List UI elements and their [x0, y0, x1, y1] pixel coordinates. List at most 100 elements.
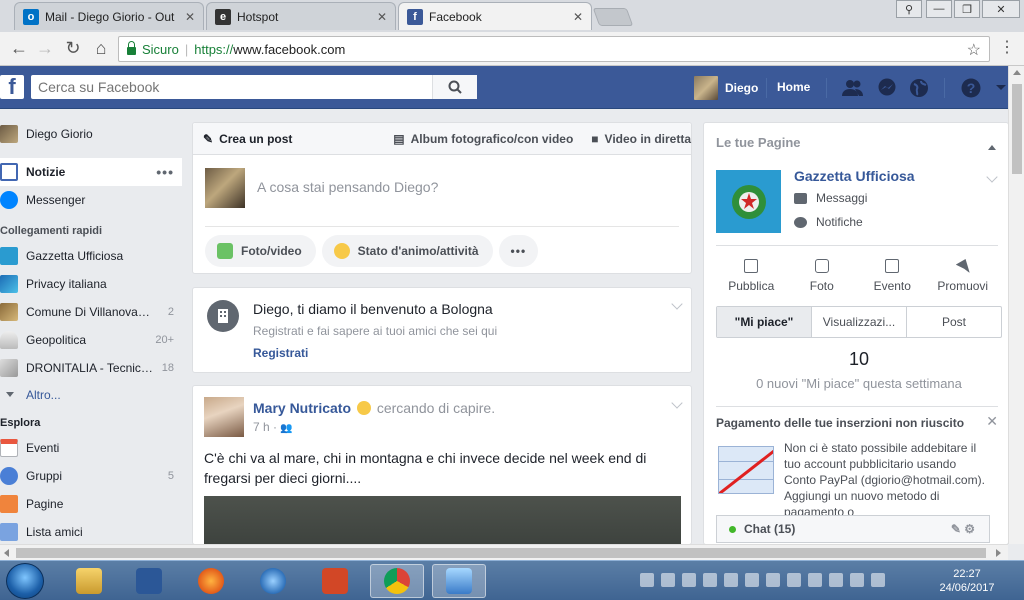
start-button[interactable]: [6, 563, 44, 599]
back-button[interactable]: ←: [8, 38, 30, 58]
tab-views[interactable]: Visualizzazi...: [812, 307, 907, 337]
tab-live-video[interactable]: ■ Video in diretta: [591, 132, 691, 146]
tab-facebook[interactable]: f Facebook ✕: [398, 2, 592, 30]
chevron-down-icon[interactable]: [671, 298, 683, 310]
globe-notifications-icon[interactable]: [908, 77, 930, 99]
chrome-taskbar-button[interactable]: [370, 564, 424, 598]
scroll-right-icon[interactable]: [996, 549, 1001, 557]
more-options-icon[interactable]: •••: [156, 164, 174, 180]
more-options-button[interactable]: •••: [498, 235, 539, 267]
tray-icon[interactable]: [829, 573, 843, 587]
minimize-button[interactable]: —: [926, 0, 952, 18]
chat-bar[interactable]: Chat (15) ✎ ⚙: [716, 515, 990, 543]
close-tab-icon[interactable]: ✕: [185, 10, 195, 24]
author-link[interactable]: Mary Nutricato: [253, 400, 351, 416]
messenger-icon[interactable]: [876, 77, 898, 99]
restore-button[interactable]: ❐: [954, 0, 980, 18]
home-icon[interactable]: ⌂: [90, 38, 112, 58]
tab-posts[interactable]: Post: [907, 307, 1001, 337]
tray-icon[interactable]: [640, 573, 654, 587]
more-link[interactable]: Altro...: [0, 382, 182, 408]
notifications-link[interactable]: Notifiche: [794, 215, 863, 229]
profile-link[interactable]: Diego: [694, 76, 758, 100]
scroll-left-icon[interactable]: [4, 549, 9, 557]
forward-button[interactable]: →: [34, 38, 56, 58]
tab-create-post[interactable]: ✎ Crea un post: [203, 132, 375, 146]
page-avatar[interactable]: [716, 170, 781, 233]
sidebar-item-events[interactable]: Eventi: [0, 434, 182, 462]
clock[interactable]: 22:27 24/06/2017: [932, 567, 1002, 595]
search-input[interactable]: [31, 75, 432, 99]
sidebar-item-comune[interactable]: Comune Di Villanova… 2: [0, 298, 182, 326]
new-tab-button[interactable]: [592, 8, 634, 26]
collapse-icon[interactable]: [988, 141, 996, 150]
tray-icon[interactable]: [787, 573, 801, 587]
sidebar-item-gazzetta[interactable]: Gazzetta Ufficiosa: [0, 242, 182, 270]
tab-likes[interactable]: "Mi piace": [717, 307, 812, 337]
sidebar-item-geopolitica[interactable]: Geopolitica 20+: [0, 326, 182, 354]
tab-photo-album[interactable]: ▤ Album fotografico/con video: [393, 132, 573, 146]
profile-icon[interactable]: ⚲: [896, 0, 922, 18]
powerpoint-taskbar-button[interactable]: [308, 564, 362, 598]
sidebar-item-pages[interactable]: Pagine: [0, 490, 182, 518]
word-taskbar-button[interactable]: [122, 564, 176, 598]
scroll-thumb[interactable]: [1012, 84, 1022, 174]
sidebar-item-messenger[interactable]: Messenger: [0, 186, 182, 214]
sidebar-item-news-feed[interactable]: Notizie •••: [0, 158, 182, 186]
control-panel-taskbar-button[interactable]: [432, 564, 486, 598]
post-image[interactable]: [204, 496, 681, 544]
friend-requests-icon[interactable]: [842, 77, 864, 99]
vertical-scrollbar[interactable]: [1008, 66, 1024, 544]
signal-icon[interactable]: [745, 573, 759, 587]
address-bar[interactable]: Sicuro | https:// www.facebook.com ☆: [118, 36, 990, 62]
explorer-taskbar-button[interactable]: [62, 564, 116, 598]
firefox-taskbar-button[interactable]: [184, 564, 238, 598]
sidebar-item-friends-list[interactable]: Lista amici: [0, 518, 182, 546]
horizontal-scrollbar[interactable]: [0, 544, 1008, 560]
composer-input[interactable]: A cosa stai pensando Diego?: [257, 179, 438, 195]
close-tab-icon[interactable]: ✕: [573, 10, 583, 24]
register-link[interactable]: Registrati: [253, 346, 308, 360]
tray-icon[interactable]: [703, 573, 717, 587]
page-name[interactable]: Gazzetta Ufficiosa: [794, 168, 915, 184]
thunderbird-taskbar-button[interactable]: [246, 564, 300, 598]
tray-icon[interactable]: [808, 573, 822, 587]
sidebar-item-groups[interactable]: Gruppi 5: [0, 462, 182, 490]
sidebar-item-privacy[interactable]: Privacy italiana: [0, 270, 182, 298]
tray-icon[interactable]: [682, 573, 696, 587]
event-button[interactable]: Evento: [857, 259, 928, 293]
scroll-up-icon[interactable]: [1013, 70, 1021, 75]
close-tab-icon[interactable]: ✕: [377, 10, 387, 24]
help-icon[interactable]: ?: [960, 77, 982, 99]
post-timestamp[interactable]: 7 h · 👥: [253, 420, 293, 434]
chevron-down-icon[interactable]: [671, 397, 683, 409]
tray-icon[interactable]: [871, 573, 885, 587]
chat-options-icon[interactable]: ✎ ⚙: [951, 522, 975, 536]
tab-hotspot[interactable]: e Hotspot ✕: [206, 2, 396, 30]
volume-icon[interactable]: [766, 573, 780, 587]
tab-mail[interactable]: o Mail - Diego Giorio - Out ✕: [14, 2, 204, 30]
feeling-activity-button[interactable]: Stato d'animo/attività: [321, 235, 493, 267]
scroll-thumb[interactable]: [16, 548, 986, 558]
home-link[interactable]: Home: [777, 80, 810, 94]
divider: [826, 78, 827, 98]
photo-video-button[interactable]: Foto/video: [205, 235, 316, 267]
close-icon[interactable]: ✕: [986, 413, 998, 430]
tray-icon[interactable]: [661, 573, 675, 587]
messages-link[interactable]: Messaggi: [794, 191, 867, 205]
bookmark-star-icon[interactable]: ☆: [967, 40, 981, 60]
close-window-button[interactable]: ✕: [982, 0, 1020, 18]
flag-icon[interactable]: [850, 573, 864, 587]
promote-button[interactable]: Promuovi: [928, 259, 999, 293]
sidebar-item-dronitalia[interactable]: DRONITALIA - Tecnic… 18: [0, 354, 182, 382]
photo-button[interactable]: Foto: [787, 259, 858, 293]
publish-button[interactable]: Pubblica: [716, 259, 787, 293]
avatar[interactable]: [204, 397, 244, 437]
menu-icon[interactable]: ⋮: [996, 38, 1018, 58]
search-button[interactable]: [432, 75, 477, 99]
tray-icon[interactable]: [724, 573, 738, 587]
reload-button[interactable]: ↻: [62, 38, 84, 58]
chevron-down-icon[interactable]: [986, 171, 998, 183]
sidebar-item-profile[interactable]: Diego Giorio: [0, 120, 182, 148]
facebook-logo[interactable]: f: [0, 75, 24, 99]
